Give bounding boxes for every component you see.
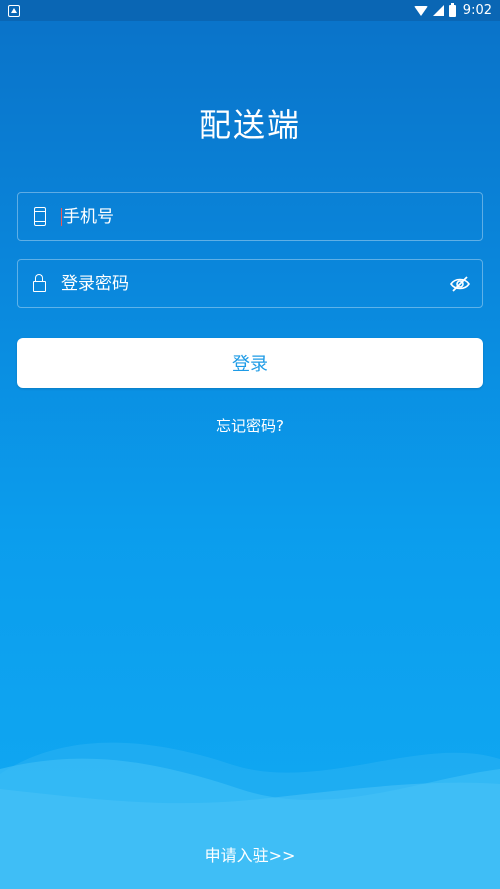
login-button[interactable]: 登录 — [17, 338, 483, 388]
text-cursor — [61, 207, 62, 226]
battery-icon — [448, 2, 456, 17]
apply-link[interactable]: 申请入驻>> — [0, 842, 500, 866]
app-title: 配送端 — [198, 106, 301, 144]
wave-decoration — [0, 742, 500, 889]
notification-icon — [8, 4, 20, 17]
forgot-password-link[interactable]: 忘记密码? — [0, 415, 500, 436]
phone-input[interactable] — [63, 206, 482, 227]
eye-off-icon[interactable] — [438, 275, 482, 292]
password-field[interactable] — [17, 259, 483, 308]
wifi-icon — [413, 5, 428, 16]
status-bar: 9:02 — [0, 0, 500, 21]
lock-icon — [33, 274, 46, 292]
phone-icon — [33, 207, 46, 226]
password-input[interactable] — [61, 273, 438, 294]
phone-field[interactable] — [17, 192, 483, 241]
status-time: 9:02 — [462, 3, 492, 18]
signal-icon — [432, 5, 444, 16]
